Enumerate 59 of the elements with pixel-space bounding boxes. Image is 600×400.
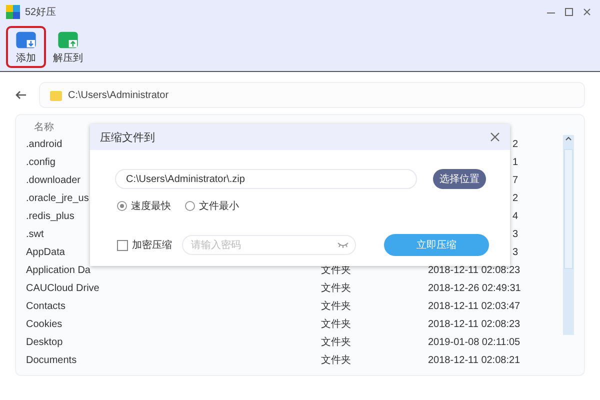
app-logo-icon: [6, 5, 20, 19]
file-name: .swt: [26, 228, 44, 240]
checkbox-label[interactable]: 加密压缩: [132, 238, 172, 252]
file-name: .android: [26, 138, 62, 150]
modified-date: 2: [512, 138, 518, 150]
folder-icon: [50, 90, 62, 100]
close-icon[interactable]: [490, 132, 500, 142]
maximize-icon[interactable]: [564, 7, 574, 17]
modified-date: 7: [512, 174, 518, 186]
file-type: 文件夹: [321, 319, 351, 330]
close-icon[interactable]: [582, 7, 592, 17]
modified-date: 2018-12-11 02:08:21: [428, 354, 520, 366]
modified-date: 2018-12-26 02:49:31: [428, 282, 521, 294]
scroll-up-icon[interactable]: [563, 135, 574, 143]
file-type: 文件夹: [321, 355, 351, 366]
drive-down-icon: [13, 31, 39, 49]
modified-date: 1: [512, 156, 518, 168]
file-name: Application Da: [26, 264, 90, 276]
browse-button[interactable]: 选择位置: [433, 169, 486, 189]
radio-button[interactable]: [117, 201, 127, 211]
file-name: .redis_plus: [26, 210, 74, 222]
closed-eye-icon[interactable]: [337, 242, 349, 248]
file-type: 文件夹: [321, 301, 351, 312]
password-field[interactable]: 请输入密码: [182, 235, 356, 255]
file-type: 文件夹: [321, 337, 351, 348]
toolbar-button[interactable]: 解压到: [48, 26, 88, 68]
file-type: 文件夹: [321, 283, 351, 294]
file-name: Documents: [26, 354, 77, 366]
output-path-field[interactable]: C:\Users\Administrator\.zip: [115, 169, 417, 189]
dialog-title: 压缩文件到: [100, 130, 155, 144]
checkbox[interactable]: [117, 240, 128, 250]
modified-date: 4: [512, 210, 518, 222]
modified-date: 3: [512, 228, 518, 240]
radio-button[interactable]: [185, 201, 195, 211]
scrollbar[interactable]: [563, 135, 574, 335]
file-name: .config: [26, 156, 56, 168]
option-label[interactable]: 速度最快: [131, 199, 171, 213]
modified-date: 2018-12-11 02:03:47: [428, 300, 520, 312]
modified-date: 2018-12-11 02:08:23: [428, 318, 520, 330]
modified-date: 2: [512, 192, 518, 204]
scrollbar-thumb[interactable]: [564, 149, 573, 269]
file-name: Desktop: [26, 336, 63, 348]
drive-up-icon: [55, 31, 81, 49]
toolbar-button[interactable]: 添加: [6, 26, 46, 68]
column-header: 名称: [34, 121, 54, 134]
modified-date: 2018-12-11 02:08:23: [428, 264, 520, 276]
option-label[interactable]: 文件最小: [199, 199, 239, 213]
path-text: C:\Users\Administrator: [68, 90, 169, 100]
file-name: CAUCloud Drive: [26, 282, 100, 294]
file-name: .oracle_jre_us: [26, 192, 89, 204]
modified-date: 3: [512, 246, 518, 258]
path-bar[interactable]: C:\Users\Administrator: [39, 82, 585, 108]
modified-date: 2019-01-08 02:11:05: [428, 336, 520, 348]
file-name: Contacts: [26, 300, 66, 312]
file-name: .downloader: [26, 174, 80, 186]
file-name: AppData: [26, 246, 65, 258]
back-arrow-icon[interactable]: [15, 90, 27, 100]
file-name: Cookies: [26, 318, 62, 330]
window-title: 52好压: [25, 6, 56, 19]
